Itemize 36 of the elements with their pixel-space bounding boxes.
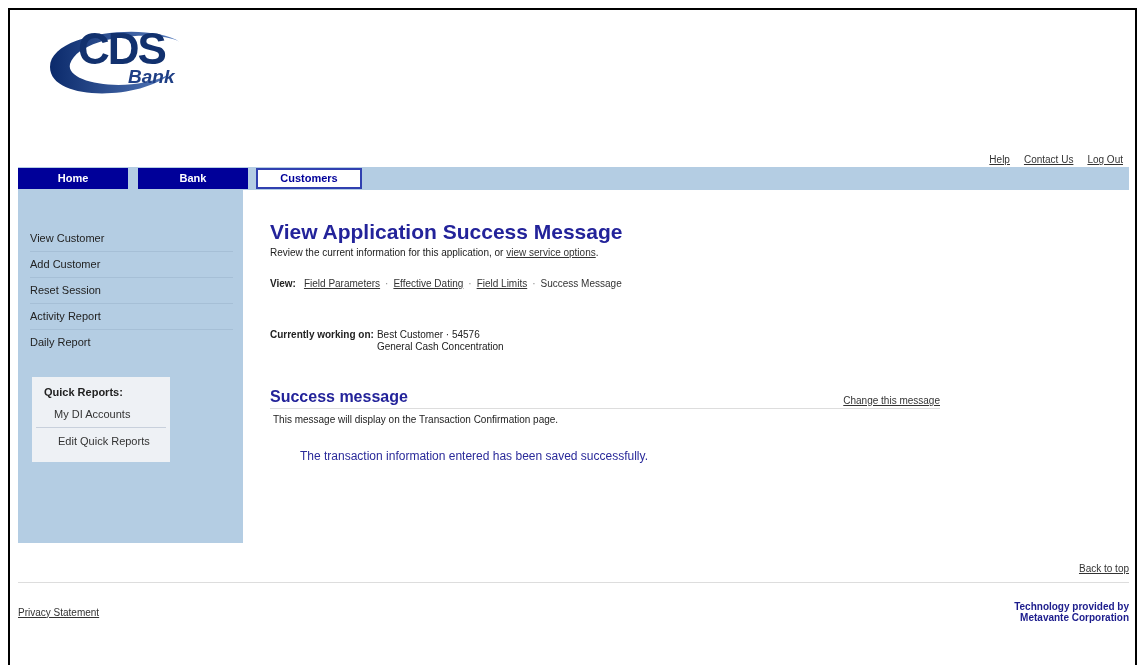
change-message-link[interactable]: Change this message [843,395,940,406]
view-link[interactable]: Field Parameters [303,278,381,289]
sidebar-link[interactable]: Reset Session [30,278,233,304]
section-title: Success message [270,388,408,406]
service-options-link[interactable]: view service options [506,247,596,258]
working-value: Best Customer · 54576 [376,329,481,341]
view-link[interactable]: Success Message [540,278,622,289]
back-to-top-link[interactable]: Back to top [1078,563,1129,574]
quick-report-link[interactable]: My DI Accounts [36,401,166,427]
header-link[interactable]: Log Out [1087,154,1123,165]
separator-dot: · [385,278,389,289]
intro-text: Review the current information for this application, or view service options. [270,247,600,258]
sidebar-link[interactable]: Activity Report [30,304,233,330]
separator-dot: · [468,278,472,289]
sidebar-link[interactable]: View Customer [30,226,233,252]
nav-tab[interactable]: Bank [138,168,248,189]
success-message: The transaction information entered has been saved successfully. [300,449,649,463]
working-value: General Cash Concentration [376,341,504,353]
page-title: View Application Success Message [270,220,624,244]
view-label: View: [270,278,296,289]
header-link[interactable]: Help [989,154,1010,165]
nav-tab[interactable]: Customers [256,168,362,189]
quick-report-link[interactable]: Edit Quick Reports [36,427,166,454]
view-link[interactable]: Effective Dating [393,278,464,289]
header-link[interactable]: Contact Us [1023,154,1074,165]
separator-dot: · [532,278,536,289]
note-text: This message will display on the Transaction Confirmation page. [273,414,560,425]
nav-tab[interactable]: Home [18,168,128,189]
sidebar-link[interactable]: Daily Report [30,330,233,355]
view-link[interactable]: Field Limits [476,278,528,289]
privacy-link[interactable]: Privacy Statement [18,606,100,618]
working-label: Currently working on: [270,329,374,342]
sidebar-link[interactable]: Add Customer [30,252,233,278]
credit-text: Metavante Corporation [1020,612,1129,623]
quick-reports-heading: Quick Reports: [43,385,124,400]
credit-text: Technology provided by [1014,601,1129,612]
